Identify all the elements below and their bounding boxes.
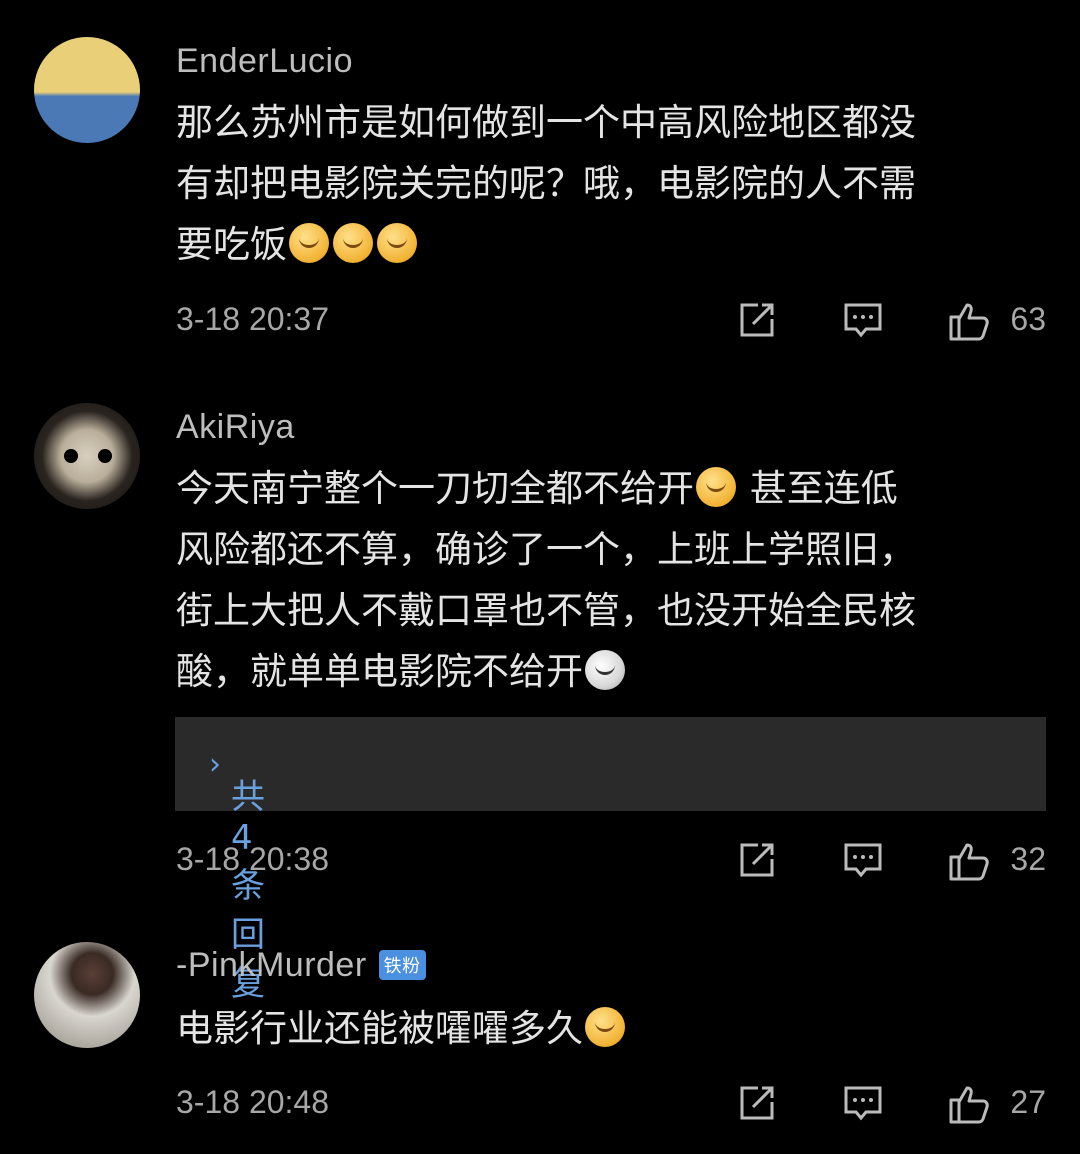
chevron-right-icon: › <box>209 747 221 782</box>
comment-line-text: 要吃饭 <box>176 223 287 266</box>
cold-sweat-emoji <box>289 223 329 263</box>
dog-emoji <box>585 650 625 690</box>
comment-line: 酸，就单单电影院不给开 <box>176 641 1036 702</box>
avatar[interactable] <box>34 37 140 143</box>
username[interactable]: AkiRiya <box>176 408 295 447</box>
share-button[interactable] <box>736 1082 778 1126</box>
like-button[interactable] <box>947 1082 991 1126</box>
fan-badge: 铁粉 <box>378 950 426 980</box>
comment-text: 电影行业还能被嚯嚯多久 <box>176 998 1036 1059</box>
like-button[interactable] <box>947 299 991 343</box>
comment-meta: 3-18 20:38 32 <box>176 837 1046 887</box>
like-count: 63 <box>1010 301 1046 337</box>
comment-line-text: 今天南宁整个一刀切全都不给开 <box>176 467 694 510</box>
avatar-eye <box>64 449 78 463</box>
cold-sweat-emoji <box>377 223 417 263</box>
username[interactable]: -PinkMurder 铁粉 <box>176 946 426 985</box>
thumbs-up-icon <box>949 1086 989 1124</box>
comment-line-text: 电影行业还能被嚯嚯多久 <box>176 1007 583 1050</box>
avatar-eye <box>98 449 112 463</box>
comment-line: 街上大把人不戴口罩也不管，也没开始全民核 <box>176 589 916 632</box>
share-icon <box>740 1086 774 1120</box>
comment-icon <box>844 843 882 878</box>
thinking-emoji <box>696 467 736 507</box>
comment-line: 今天南宁整个一刀切全都不给开 甚至连低 <box>176 458 1036 519</box>
timestamp: 3-18 20:38 <box>176 841 330 877</box>
share-button[interactable] <box>736 299 778 343</box>
comment-icon <box>844 303 882 338</box>
like-button[interactable] <box>947 839 991 883</box>
comment-line: 风险都还不算，确诊了一个，上班上学照旧， <box>176 528 916 571</box>
username-text: -PinkMurder <box>176 946 367 984</box>
reply-button[interactable] <box>842 1082 884 1126</box>
comment-line-text: 酸，就单单电影院不给开 <box>176 650 583 693</box>
reply-button[interactable] <box>842 839 884 883</box>
comment-text: 今天南宁整个一刀切全都不给开 甚至连低 风险都还不算，确诊了一个，上班上学照旧，… <box>176 458 1036 702</box>
comment-meta: 3-18 20:48 27 <box>176 1080 1046 1130</box>
username[interactable]: EnderLucio <box>176 42 353 81</box>
share-button[interactable] <box>736 839 778 883</box>
avatar[interactable] <box>34 942 140 1048</box>
view-replies-button[interactable]: 共4条回复 › <box>175 717 1046 1004</box>
comment-icon <box>844 1086 882 1121</box>
replies-label: 共4条回复 › <box>203 743 265 1004</box>
avatar[interactable] <box>34 403 140 509</box>
thumbs-up-icon <box>949 843 989 881</box>
timestamp: 3-18 20:37 <box>176 301 330 337</box>
thinking-emoji <box>585 1007 625 1047</box>
like-count: 27 <box>1010 1084 1046 1120</box>
comment-line-text: 甚至连低 <box>749 467 898 510</box>
comment-line: 要吃饭 <box>176 214 1036 275</box>
cold-sweat-emoji <box>333 223 373 263</box>
comment-line: 电影行业还能被嚯嚯多久 <box>176 998 1036 1059</box>
comment-line: 有却把电影院关完的呢？哦，电影院的人不需 <box>176 162 916 205</box>
like-count: 32 <box>1010 841 1046 877</box>
reply-button[interactable] <box>842 299 884 343</box>
share-icon <box>740 843 774 877</box>
timestamp: 3-18 20:48 <box>176 1084 330 1120</box>
thumbs-up-icon <box>949 303 989 341</box>
comment-text: 那么苏州市是如何做到一个中高风险地区都没 有却把电影院关完的呢？哦，电影院的人不… <box>176 92 1036 275</box>
comment-meta: 3-18 20:37 63 <box>176 297 1046 347</box>
comment-line: 那么苏州市是如何做到一个中高风险地区都没 <box>176 101 916 144</box>
share-icon <box>740 303 774 337</box>
